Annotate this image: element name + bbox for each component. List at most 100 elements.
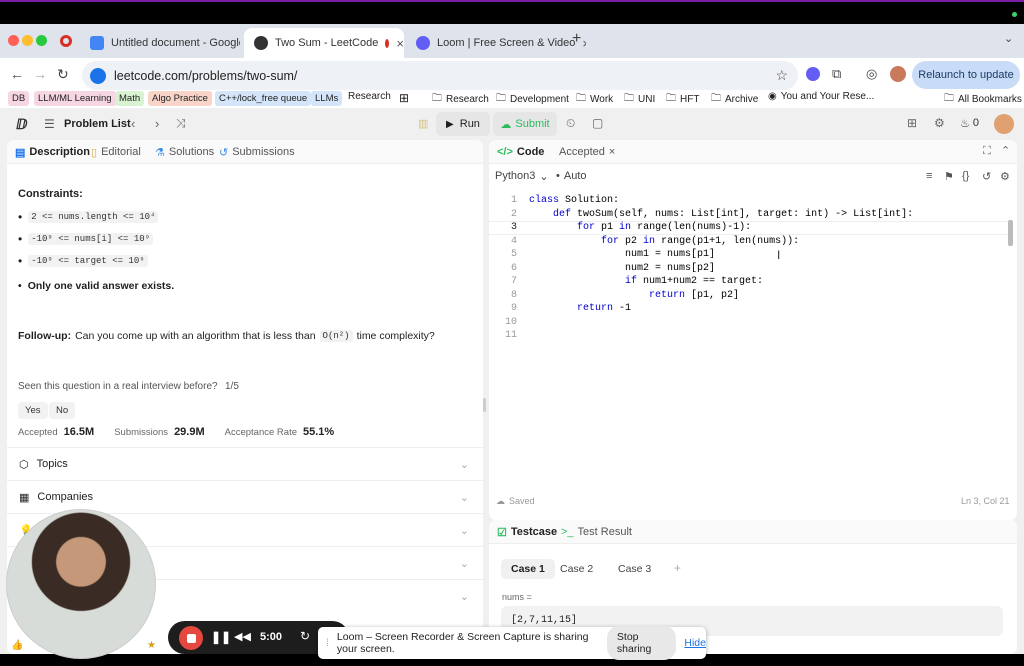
tab-description[interactable]: ▤ Description bbox=[15, 140, 90, 164]
debug-icon[interactable]: ▥ bbox=[418, 117, 428, 130]
minimize-window-button[interactable] bbox=[22, 35, 33, 46]
tab-submissions[interactable]: ↺ Submissions bbox=[219, 140, 295, 164]
hide-button[interactable]: Hide bbox=[684, 637, 706, 649]
bookmark-llms[interactable]: LLMs bbox=[311, 91, 343, 106]
bookmark-db[interactable]: DB bbox=[8, 91, 30, 106]
profile-avatar[interactable] bbox=[890, 66, 906, 82]
extensions-icon[interactable]: ⧉ bbox=[832, 66, 841, 82]
site-info-icon[interactable] bbox=[90, 67, 106, 84]
panel-resize-handle[interactable] bbox=[483, 398, 486, 412]
format-lines-icon[interactable]: ≡ bbox=[926, 170, 932, 182]
notes-icon[interactable]: ▢ bbox=[592, 116, 603, 130]
bookmark-llm-ml[interactable]: LLM/ML Learning bbox=[34, 91, 116, 106]
sync-icon[interactable]: ◎ bbox=[866, 66, 877, 82]
drag-handle-icon[interactable]: ⁞ bbox=[326, 637, 329, 649]
tab-google-docs[interactable]: Untitled document - Google × bbox=[80, 28, 240, 58]
thumbs-up-icon[interactable]: 👍 bbox=[11, 640, 23, 651]
back-icon[interactable]: ← bbox=[10, 66, 24, 82]
folder-hft[interactable]: 🗀 HFT bbox=[666, 91, 699, 108]
tab-testcase[interactable]: ☑ Testcase bbox=[497, 520, 557, 544]
new-tab-button[interactable]: + bbox=[572, 30, 581, 48]
timer-icon[interactable]: ⏲ bbox=[566, 116, 575, 131]
bookmarks-bar: DB LLM/ML Learning Math Algo Practice C+… bbox=[0, 91, 1024, 108]
submissions-label: Submissions bbox=[114, 427, 169, 438]
settings-icon[interactable]: ⚙ bbox=[1000, 170, 1010, 183]
settings-gear-icon[interactable]: ⚙ bbox=[934, 116, 945, 130]
relaunch-button[interactable]: Relaunch to update bbox=[912, 61, 1020, 89]
code-area[interactable]: class Solution: def twoSum(self, nums: L… bbox=[529, 194, 913, 343]
no-button[interactable]: No bbox=[49, 402, 76, 419]
close-tab-icon[interactable]: × bbox=[609, 146, 615, 158]
forward-icon[interactable]: → bbox=[33, 66, 47, 82]
address-bar[interactable]: leetcode.com/problems/two-sum/ ☆ bbox=[82, 61, 798, 90]
braces-icon[interactable]: {} bbox=[962, 170, 969, 182]
layout-icon[interactable]: ⊞ bbox=[907, 116, 917, 130]
shuffle-icon[interactable]: ⤨ bbox=[176, 116, 186, 131]
submit-button[interactable]: ☁ Submit bbox=[493, 112, 557, 136]
restart-icon[interactable]: ↻ bbox=[300, 629, 310, 643]
language-select[interactable]: Python3 ⌄ bbox=[495, 170, 549, 183]
star-icon[interactable]: ★ bbox=[147, 640, 156, 651]
folder-development[interactable]: 🗀 Development bbox=[496, 91, 569, 108]
record-tab-icon[interactable] bbox=[60, 35, 72, 47]
pause-icon[interactable]: ❚❚ bbox=[211, 630, 231, 644]
streak-counter[interactable]: ♨ 0 bbox=[960, 117, 979, 130]
tab-leetcode[interactable]: Two Sum - LeetCode × bbox=[244, 28, 404, 58]
bookmark-you-and-your-research[interactable]: ◉ You and Your Rese... bbox=[768, 91, 874, 102]
tab-test-result[interactable]: >_ Test Result bbox=[561, 520, 632, 544]
bookmark-research[interactable]: Research bbox=[348, 91, 391, 102]
editor-scrollbar[interactable] bbox=[1008, 220, 1013, 246]
tab-code[interactable]: </> Code bbox=[497, 140, 544, 164]
stop-sharing-button[interactable]: Stop sharing bbox=[606, 626, 677, 660]
url-text: leetcode.com/problems/two-sum/ bbox=[114, 68, 298, 83]
webcam-bubble[interactable] bbox=[6, 509, 156, 659]
tab-editorial[interactable]: ▯ Editorial bbox=[91, 140, 141, 164]
folder-work[interactable]: 🗀 Work bbox=[576, 91, 613, 108]
run-button[interactable]: ▶ Run bbox=[436, 112, 490, 136]
stop-recording-button[interactable] bbox=[179, 626, 203, 650]
tab-search-chevron-icon[interactable]: ⌄ bbox=[1004, 32, 1013, 45]
auto-mode[interactable]: • Auto bbox=[556, 170, 587, 182]
user-avatar[interactable] bbox=[994, 114, 1014, 134]
loom-extension-icon[interactable] bbox=[806, 67, 820, 81]
folder-label: Archive bbox=[725, 94, 759, 105]
tab-accepted[interactable]: Accepted × bbox=[559, 140, 615, 164]
topics-accordion[interactable]: ⬡ Topics ⌄ bbox=[7, 447, 483, 480]
tab-loom[interactable]: Loom | Free Screen & Video × bbox=[406, 28, 586, 58]
folder-uni[interactable]: 🗀 UNI bbox=[624, 91, 655, 108]
terminal-icon: >_ bbox=[561, 526, 574, 538]
code-line: for p2 in range(p1+1, len(nums)): bbox=[601, 235, 800, 247]
close-window-button[interactable] bbox=[8, 35, 19, 46]
fullscreen-icon[interactable]: ⛶ bbox=[983, 145, 991, 158]
reload-icon[interactable]: ↻ bbox=[57, 66, 69, 83]
folder-archive[interactable]: 🗀 Archive bbox=[711, 91, 758, 108]
bullet-icon: • bbox=[556, 170, 560, 182]
prev-problem-icon[interactable]: ‹ bbox=[131, 116, 135, 131]
list-icon[interactable]: ☰ bbox=[44, 117, 55, 131]
close-tab-icon[interactable]: × bbox=[582, 36, 586, 51]
bookmark-star-icon[interactable]: ☆ bbox=[775, 67, 788, 84]
bookmark-cpp[interactable]: C++/lock_free queue bbox=[215, 91, 312, 106]
all-bookmarks[interactable]: 🗀 All Bookmarks bbox=[944, 91, 1022, 108]
folder-research[interactable]: 🗀 Research bbox=[432, 91, 489, 108]
case-1-tab[interactable]: Case 1 bbox=[501, 559, 555, 579]
problem-list-link[interactable]: Problem List bbox=[64, 118, 131, 130]
case-3-tab[interactable]: Case 3 bbox=[618, 563, 651, 575]
close-tab-icon[interactable]: × bbox=[396, 36, 404, 51]
apps-grid-icon[interactable]: ⊞ bbox=[399, 91, 409, 105]
chevron-down-icon: ⌄ bbox=[459, 524, 469, 537]
leetcode-logo-icon[interactable]: ⅅ bbox=[16, 116, 27, 133]
accordion-row: ⬡ Topics ⌄ bbox=[7, 447, 483, 480]
reset-icon[interactable]: ↺ bbox=[982, 170, 991, 183]
collapse-icon[interactable]: ⌃ bbox=[1001, 144, 1010, 157]
bookmark-algo[interactable]: Algo Practice bbox=[148, 91, 212, 106]
yes-button[interactable]: Yes bbox=[18, 402, 48, 419]
maximize-window-button[interactable] bbox=[36, 35, 47, 46]
bookmark-icon[interactable]: ⚑ bbox=[944, 170, 954, 183]
case-2-tab[interactable]: Case 2 bbox=[560, 563, 593, 575]
rewind-icon[interactable]: ◀◀ bbox=[234, 630, 251, 643]
add-case-icon[interactable]: + bbox=[674, 561, 681, 575]
tab-solutions[interactable]: ⚗ Solutions bbox=[155, 140, 214, 164]
next-problem-icon[interactable]: › bbox=[155, 116, 159, 131]
bookmark-math[interactable]: Math bbox=[115, 91, 145, 106]
